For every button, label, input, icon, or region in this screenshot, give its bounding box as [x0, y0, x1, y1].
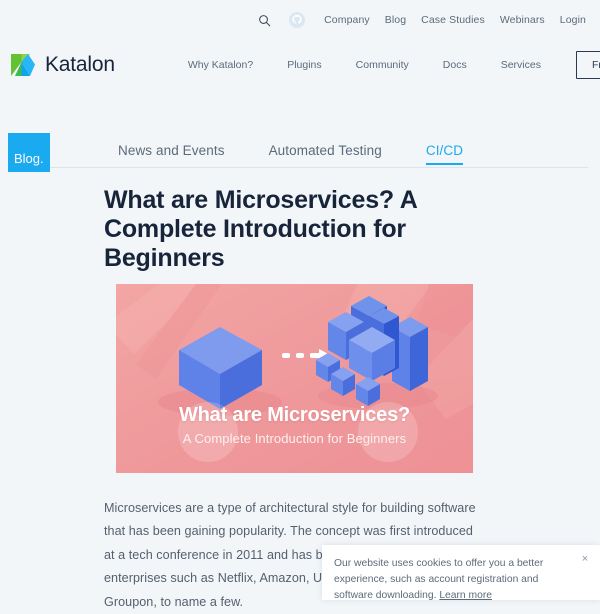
katalon-logo-icon — [8, 50, 38, 80]
tabs-divider — [50, 167, 588, 168]
cookie-learn-more-link[interactable]: Learn more — [439, 590, 492, 601]
cookie-consent-banner: Our website uses cookies to offer you a … — [322, 545, 600, 601]
tab-automated-testing[interactable]: Automated Testing — [269, 143, 382, 165]
nav-link-why-katalon[interactable]: Why Katalon? — [171, 59, 270, 71]
brand-name: Katalon — [45, 53, 115, 76]
utility-link-blog[interactable]: Blog — [385, 14, 406, 26]
page-title: What are Microservices? A Complete Intro… — [104, 186, 417, 272]
blog-badge[interactable]: Blog. — [8, 133, 50, 172]
main-nav-links: Why Katalon? Plugins Community Docs Serv… — [171, 59, 558, 71]
nav-link-services[interactable]: Services — [484, 59, 558, 71]
article-hero-image: What are Microservices? A Complete Intro… — [116, 284, 473, 473]
hero-image-subtitle: A Complete Introduction for Beginners — [182, 431, 407, 446]
utility-link-case-studies[interactable]: Case Studies — [421, 14, 485, 26]
hero-image-title: What are Microservices? — [178, 404, 411, 426]
main-nav: Katalon Why Katalon? Plugins Community D… — [0, 40, 600, 90]
utility-link-webinars[interactable]: Webinars — [500, 14, 545, 26]
blog-tab-bar: Blog. News and Events Automated Testing … — [0, 133, 600, 173]
close-icon[interactable]: × — [579, 553, 591, 565]
github-icon[interactable] — [288, 12, 305, 29]
search-icon[interactable] — [257, 13, 271, 27]
tab-ci-cd[interactable]: CI/CD — [425, 143, 464, 165]
free-download-button[interactable]: Free Download — [575, 51, 600, 79]
brand-logo[interactable]: Katalon — [8, 50, 115, 80]
tab-news-and-events[interactable]: News and Events — [118, 143, 225, 165]
nav-link-plugins[interactable]: Plugins — [270, 59, 338, 71]
cookie-banner-text: Our website uses cookies to offer you a … — [334, 556, 576, 604]
utility-link-login[interactable]: Login — [560, 14, 586, 26]
nav-link-docs[interactable]: Docs — [426, 59, 484, 71]
blog-category-tabs: News and Events Automated Testing CI/CD — [118, 143, 507, 165]
utility-nav: Company Blog Case Studies Webinars Login — [0, 0, 600, 40]
nav-link-community[interactable]: Community — [339, 59, 426, 71]
utility-link-company[interactable]: Company — [324, 14, 370, 26]
article-header: What are Microservices? A Complete Intro… — [104, 186, 476, 273]
